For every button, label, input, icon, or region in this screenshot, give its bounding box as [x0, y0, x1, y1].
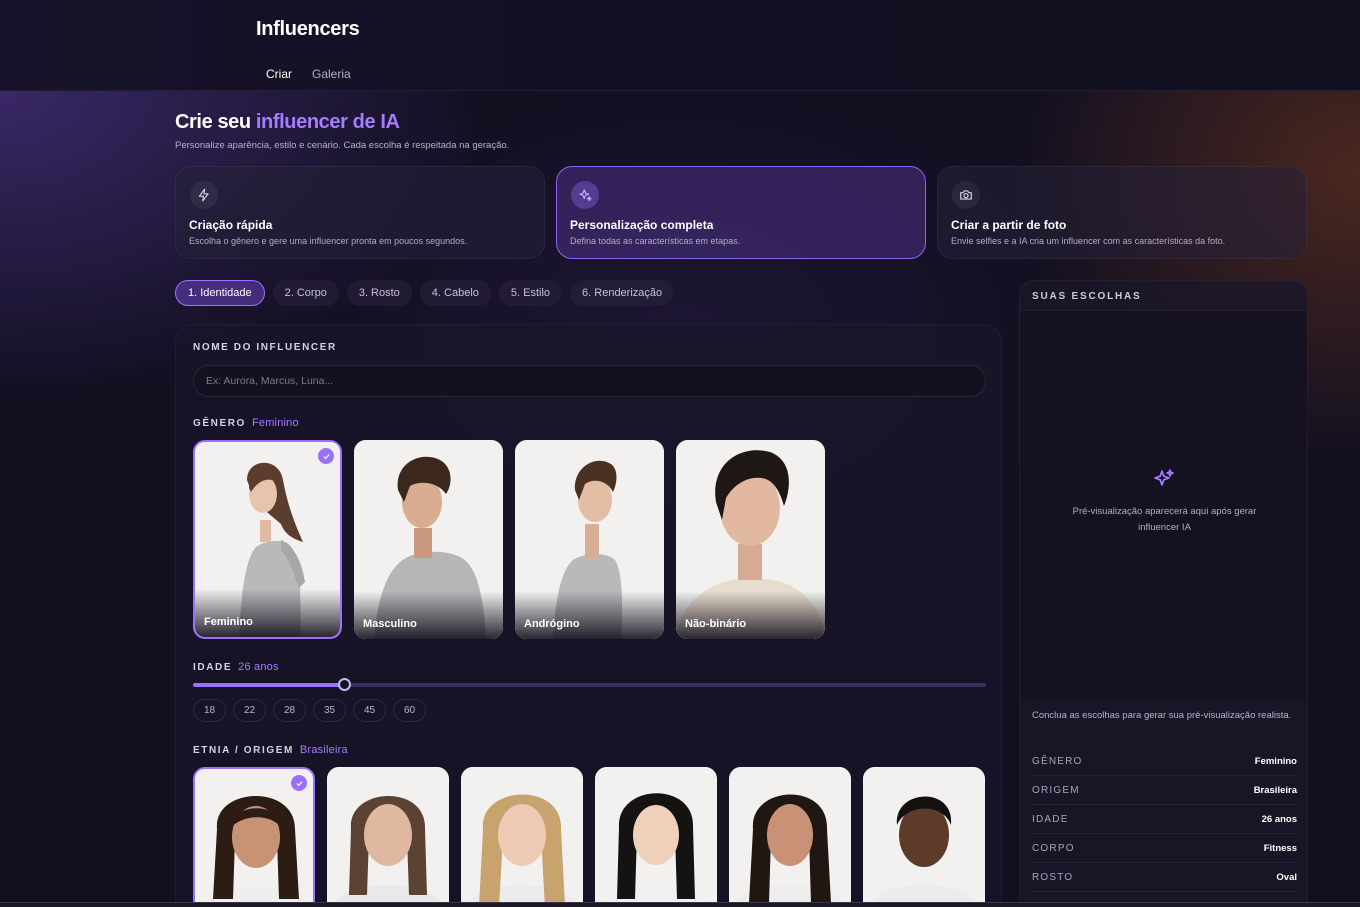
ethnicity-label: ETNIA / ORIGEM Brasileira — [193, 744, 348, 756]
mode-desc: Defina todas as características em etapa… — [570, 236, 741, 246]
check-icon — [318, 448, 334, 464]
age-chip-35[interactable]: 35 — [313, 699, 346, 722]
card-caption — [195, 589, 340, 637]
portrait-ethnicity-6 — [863, 767, 985, 907]
lightning-icon — [190, 181, 218, 209]
camera-icon — [952, 181, 980, 209]
page-subtitle: Personalize aparência, estilo e cenário.… — [175, 140, 510, 151]
age-slider-fill — [193, 683, 345, 687]
gender-label: GÊNERO Feminino — [193, 417, 299, 429]
gender-label-text: GÊNERO — [193, 418, 246, 429]
summary-key: GÊNERO — [1032, 755, 1083, 767]
preview-area: Pré-visualização aparecerá aqui após ger… — [1020, 311, 1307, 701]
age-label: IDADE 26 anos — [193, 661, 279, 673]
step-tabs: 1. Identidade 2. Corpo 3. Rosto 4. Cabel… — [175, 280, 675, 306]
gender-option-masculino[interactable]: Masculino — [354, 440, 503, 639]
preview-placeholder: Pré-visualização aparecerá aqui após ger… — [1072, 506, 1257, 533]
check-icon — [291, 775, 307, 791]
summary-value: 26 anos — [1261, 813, 1297, 825]
summary-value: Oval — [1276, 871, 1297, 883]
page-title-accent: influencer de IA — [255, 111, 400, 133]
summary-row-rosto: ROSTO Oval — [1032, 863, 1297, 892]
age-chip-22[interactable]: 22 — [233, 699, 266, 722]
app-title: Influencers — [256, 18, 360, 40]
tab-identidade[interactable]: 1. Identidade — [175, 280, 265, 306]
mode-card-full[interactable]: Personalização completa Defina todas as … — [556, 166, 926, 259]
mode-title: Criar a partir de foto — [951, 218, 1067, 232]
influencer-name-input[interactable] — [193, 365, 986, 397]
main-nav: Criar Galeria — [256, 64, 361, 84]
gender-option-label: Andrógino — [524, 618, 580, 630]
summary-key: CORPO — [1032, 842, 1075, 854]
portrait-ethnicity-2 — [327, 767, 449, 907]
card-caption — [676, 591, 825, 639]
ethnicity-option-3[interactable] — [461, 767, 583, 907]
page-title-start: Crie seu — [175, 111, 256, 133]
summary-row-genero: GÊNERO Feminino — [1032, 747, 1297, 776]
main-content: Crie seu influencer de IA Personalize ap… — [0, 91, 1360, 907]
card-caption — [515, 591, 664, 639]
portrait-ethnicity-5 — [729, 767, 851, 907]
summary-value: Brasileira — [1253, 784, 1297, 796]
gender-option-label: Não-binário — [685, 618, 747, 630]
age-label-text: IDADE — [193, 662, 233, 673]
age-selected-value: 26 anos — [238, 661, 279, 673]
ethnicity-option-6[interactable] — [863, 767, 985, 907]
tab-corpo[interactable]: 2. Corpo — [272, 280, 339, 306]
gender-selected-value: Feminino — [251, 417, 299, 429]
mode-title: Criação rápida — [189, 218, 273, 232]
choices-title: SUAS ESCOLHAS — [1032, 291, 1142, 302]
portrait-ethnicity-4 — [595, 767, 717, 907]
summary-row-origem: ORIGEM Brasileira — [1032, 776, 1297, 805]
choices-note: Conclua as escolhas para gerar sua pré-v… — [1032, 710, 1292, 721]
mode-title: Personalização completa — [570, 218, 714, 232]
mode-desc: Envie selfies e a IA cria um influencer … — [951, 236, 1226, 246]
nav-galeria[interactable]: Galeria — [302, 64, 361, 84]
age-chip-60[interactable]: 60 — [393, 699, 426, 722]
age-chip-28[interactable]: 28 — [273, 699, 306, 722]
top-bar: Influencers Criar Galeria — [0, 0, 1360, 91]
portrait-ethnicity-3 — [461, 767, 583, 907]
ethnicity-option-5[interactable] — [729, 767, 851, 907]
ethnicity-selected-value: Brasileira — [299, 744, 348, 756]
summary-value: Fitness — [1263, 842, 1297, 854]
mode-card-quick[interactable]: Criação rápida Escolha o gênero e gere u… — [175, 166, 545, 259]
sparkles-icon — [1152, 468, 1176, 497]
gender-option-androgino[interactable]: Andrógino — [515, 440, 664, 639]
mode-desc: Escolha o gênero e gere uma influencer p… — [189, 236, 468, 246]
gender-option-feminino[interactable]: Feminino — [193, 440, 342, 639]
name-label: NOME DO INFLUENCER — [193, 342, 337, 353]
age-chip-18[interactable]: 18 — [193, 699, 226, 722]
mode-card-photo[interactable]: Criar a partir de foto Envie selfies e a… — [937, 166, 1307, 259]
gender-option-nao-binario[interactable]: Não-binário — [676, 440, 825, 639]
tab-renderizacao[interactable]: 6. Renderização — [570, 280, 675, 306]
summary-value: Feminino — [1254, 755, 1297, 767]
summary-key: ROSTO — [1032, 871, 1074, 883]
age-presets: 18 22 28 35 45 60 — [193, 699, 426, 722]
ethnicity-option-4[interactable] — [595, 767, 717, 907]
nav-criar[interactable]: Criar — [256, 64, 302, 84]
card-caption — [354, 591, 503, 639]
choices-panel: SUAS ESCOLHAS Pré-visualização aparecerá… — [1019, 280, 1308, 907]
sparkles-icon — [571, 181, 599, 209]
age-slider-thumb[interactable] — [338, 678, 352, 691]
ethnicity-option-2[interactable] — [327, 767, 449, 907]
summary-key: IDADE — [1032, 813, 1069, 825]
tab-rosto[interactable]: 3. Rosto — [346, 280, 412, 306]
gender-option-label: Feminino — [204, 616, 253, 628]
summary-row-idade: IDADE 26 anos — [1032, 805, 1297, 834]
gender-option-label: Masculino — [363, 618, 417, 630]
window-bottom-edge — [0, 902, 1360, 907]
tab-cabelo[interactable]: 4. Cabelo — [419, 280, 491, 306]
age-slider[interactable] — [193, 678, 986, 691]
summary-key: ORIGEM — [1032, 784, 1080, 796]
page-title: Crie seu influencer de IA — [175, 111, 400, 134]
tab-estilo[interactable]: 5. Estilo — [498, 280, 563, 306]
age-chip-45[interactable]: 45 — [353, 699, 386, 722]
identity-form: NOME DO INFLUENCER GÊNERO Feminino Femini… — [175, 324, 1002, 907]
ethnicity-option-1[interactable] — [193, 767, 315, 907]
ethnicity-label-text: ETNIA / ORIGEM — [193, 745, 294, 756]
summary-row-corpo: CORPO Fitness — [1032, 834, 1297, 863]
